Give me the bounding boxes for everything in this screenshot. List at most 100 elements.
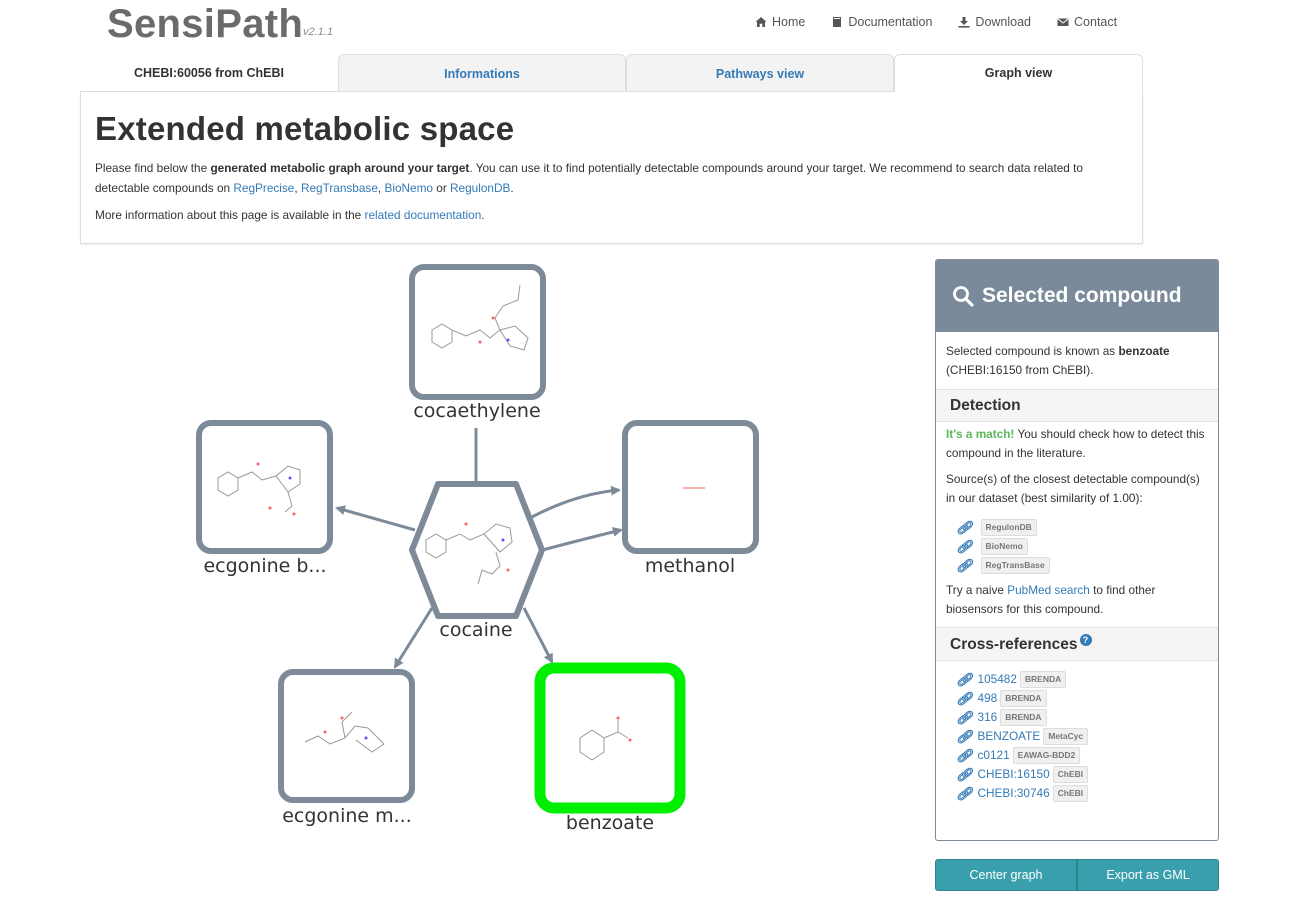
pubmed-link[interactable]: PubMed search bbox=[1007, 583, 1090, 597]
intro-panel: Extended metabolic space Please find bel… bbox=[80, 91, 1143, 244]
source-badge: RegulonDB bbox=[980, 519, 1037, 536]
nav-home[interactable]: Home bbox=[755, 15, 805, 29]
selected-compound-text: Selected compound is known as benzoate (C… bbox=[946, 332, 1208, 389]
nav-contact[interactable]: Contact bbox=[1057, 15, 1117, 29]
envelope-icon bbox=[1057, 18, 1069, 26]
list-item: 🔗︎ BENZOATE MetaCyc bbox=[956, 727, 1208, 746]
xref-link[interactable]: 498 bbox=[978, 689, 998, 708]
xref-db-badge: BRENDA bbox=[1000, 690, 1047, 708]
list-item: 🔗︎ 498 BRENDA bbox=[956, 689, 1208, 708]
help-icon[interactable]: ? bbox=[1079, 634, 1092, 646]
list-item[interactable]: 🔗︎ RegTransBase bbox=[956, 556, 1208, 575]
search-icon bbox=[953, 286, 974, 307]
detection-title: Detection bbox=[936, 389, 1218, 422]
tab-pathways[interactable]: Pathways view bbox=[626, 54, 894, 92]
xref-title: Cross-references? bbox=[936, 627, 1218, 662]
nav-home-label: Home bbox=[772, 15, 806, 29]
node-label-benzoate: benzoate bbox=[565, 812, 655, 834]
link-regprecise[interactable]: RegPrecise bbox=[233, 181, 294, 195]
download-icon bbox=[958, 17, 970, 28]
link-icon: 🔗︎ bbox=[956, 748, 973, 764]
edge-cocaine-methanol-2 bbox=[534, 527, 623, 554]
node-cocaine[interactable] bbox=[409, 481, 545, 619]
link-icon: 🔗︎ bbox=[956, 786, 973, 802]
graph-actions: Center graph Export as GML bbox=[935, 859, 1219, 891]
known-name: benzoate bbox=[1118, 344, 1170, 358]
list-item: 🔗︎ CHEBI:16150 ChEBI bbox=[956, 765, 1208, 784]
export-gml-button[interactable]: Export as GML bbox=[1077, 859, 1219, 891]
xref-list: 🔗︎ 105482 BRENDA 🔗︎ 498 BRENDA 🔗︎ 316 BRENDA 🔗… bbox=[956, 670, 1208, 803]
sources-text: Source(s) of the closest detectable comp… bbox=[946, 472, 1200, 505]
nav-documentation[interactable]: Documentation bbox=[831, 15, 932, 29]
metabolic-graph[interactable]: cocaethylene ecgonine b... methanol coca… bbox=[0, 250, 920, 900]
panel-body: Selected compound is known as benzoate (C… bbox=[936, 332, 1218, 803]
brand-logo[interactable]: SensiPath bbox=[107, 2, 303, 47]
intro-doc-paragraph: More information about this page is avai… bbox=[95, 205, 1128, 225]
list-item: 🔗︎ 105482 BRENDA bbox=[956, 670, 1208, 689]
xref-title-text: Cross-references bbox=[950, 636, 1078, 654]
link-icon: 🔗︎ bbox=[956, 672, 973, 688]
list-item[interactable]: 🔗︎ BioNemo bbox=[956, 537, 1208, 556]
known-post: (CHEBI:16150 from ChEBI). bbox=[946, 363, 1094, 377]
node-ecgonine-m[interactable] bbox=[278, 669, 415, 803]
xref-db-badge: EAWAG-BDD2 bbox=[1012, 747, 1081, 765]
link-regulondb[interactable]: RegulonDB bbox=[450, 181, 510, 195]
link-icon: 🔗︎ bbox=[956, 767, 973, 783]
match-text: It's a match! You should check how to de… bbox=[946, 422, 1208, 463]
intro-paragraph: Please find below the generated metaboli… bbox=[95, 158, 1128, 198]
intro-text: More information about this page is avai… bbox=[95, 208, 365, 222]
node-label-methanol: methanol bbox=[644, 555, 736, 577]
tab-target: CHEBI:60056 from ChEBI bbox=[133, 66, 285, 80]
nav-download[interactable]: Download bbox=[958, 15, 1031, 29]
tab-bar: CHEBI:60056 from ChEBI Informations Path… bbox=[80, 54, 1143, 92]
xref-db-badge: ChEBI bbox=[1052, 785, 1089, 803]
node-label-cocaine: cocaine bbox=[439, 619, 513, 641]
xref-link[interactable]: 105482 bbox=[978, 670, 1017, 689]
center-graph-button[interactable]: Center graph bbox=[935, 859, 1077, 891]
graph-canvas[interactable] bbox=[0, 250, 920, 900]
node-ecgonine-b[interactable] bbox=[196, 420, 333, 554]
page-title: Extended metabolic space bbox=[95, 110, 515, 147]
intro-end: . bbox=[481, 208, 485, 222]
xref-link[interactable]: 316 bbox=[978, 708, 998, 727]
link-bionemo[interactable]: BioNemo bbox=[384, 181, 433, 195]
known-pre: Selected compound is known as bbox=[946, 344, 1119, 358]
xref-link[interactable]: CHEBI:16150 bbox=[978, 765, 1050, 784]
xref-link[interactable]: c0121 bbox=[978, 746, 1010, 765]
xref-link[interactable]: CHEBI:30746 bbox=[978, 784, 1050, 803]
edge-cocaine-ecgonine-b bbox=[335, 505, 416, 532]
pubmed-text: Try a naive PubMed search to find other … bbox=[946, 575, 1208, 627]
edge-cocaine-benzoate bbox=[522, 607, 554, 664]
link-icon: 🔗︎ bbox=[956, 558, 973, 573]
tab-informations[interactable]: Informations bbox=[338, 54, 626, 92]
source-badge: RegTransBase bbox=[980, 557, 1050, 574]
intro-end: . bbox=[510, 181, 514, 195]
link-related-documentation[interactable]: related documentation bbox=[365, 208, 482, 222]
panel-title: Selected compound bbox=[982, 284, 1182, 307]
nav-download-label: Download bbox=[975, 15, 1032, 29]
selected-compound-panel: Selected compound Selected compound is k… bbox=[935, 259, 1219, 841]
tab-graph[interactable]: Graph view bbox=[894, 54, 1143, 92]
edge-cocaine-ecgonine-m bbox=[393, 607, 434, 669]
link-icon: 🔗︎ bbox=[956, 729, 973, 745]
nav-documentation-label: Documentation bbox=[848, 15, 933, 29]
version-label: v2.1.1 bbox=[303, 26, 333, 38]
list-item: 🔗︎ c0121 EAWAG-BDD2 bbox=[956, 746, 1208, 765]
link-icon: 🔗︎ bbox=[956, 710, 973, 726]
home-icon bbox=[755, 17, 767, 27]
xref-db-badge: BRENDA bbox=[1019, 671, 1067, 689]
node-methanol[interactable] bbox=[622, 420, 759, 554]
top-nav: Home Documentation Download Contact bbox=[755, 15, 1143, 29]
nav-contact-label: Contact bbox=[1074, 15, 1118, 29]
panel-header: Selected compound bbox=[936, 260, 1218, 332]
link-icon: 🔗︎ bbox=[956, 539, 973, 554]
node-cocaethylene[interactable] bbox=[409, 264, 546, 400]
link-regtransbase[interactable]: RegTransbase bbox=[301, 181, 378, 195]
source-badge: BioNemo bbox=[980, 538, 1028, 555]
list-item: 🔗︎ 316 BRENDA bbox=[956, 708, 1208, 727]
pubmed-pre: Try a naive bbox=[946, 583, 1008, 597]
sources-list: 🔗︎ RegulonDB 🔗︎ BioNemo 🔗︎ RegTransBase bbox=[956, 518, 1208, 575]
xref-link[interactable]: BENZOATE bbox=[978, 727, 1041, 746]
list-item[interactable]: 🔗︎ RegulonDB bbox=[956, 518, 1208, 537]
node-benzoate[interactable] bbox=[534, 662, 686, 814]
